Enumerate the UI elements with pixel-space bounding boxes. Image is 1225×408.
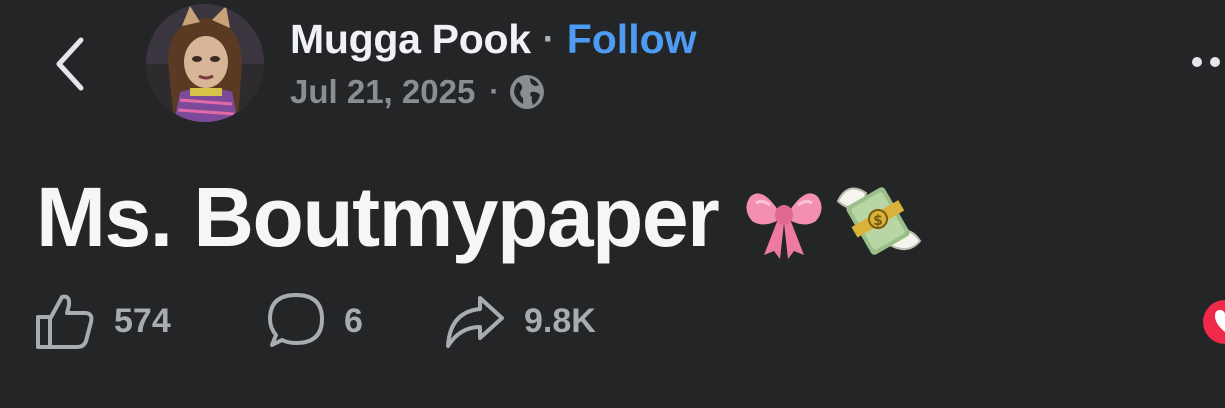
globe-icon xyxy=(509,74,545,110)
back-button[interactable] xyxy=(44,30,96,98)
comment-bubble-icon xyxy=(268,293,324,347)
author-name[interactable]: Mugga Pook xyxy=(290,16,531,63)
chevron-left-icon xyxy=(56,37,84,91)
post-meta: Jul 21, 2025 · xyxy=(290,70,545,114)
post-date[interactable]: Jul 21, 2025 xyxy=(290,73,475,111)
post-header: Mugga Pook · Follow xyxy=(290,14,697,64)
ribbon-emoji xyxy=(746,193,822,259)
avatar[interactable] xyxy=(146,4,264,122)
post-emojis: $ xyxy=(742,175,924,259)
thumbs-up-icon xyxy=(36,294,94,349)
reaction-icon xyxy=(1203,300,1225,344)
more-options-button[interactable] xyxy=(1189,48,1225,76)
share-count: 9.8K xyxy=(524,301,596,340)
share-arrow-icon xyxy=(446,296,504,348)
money-with-wings-emoji: $ xyxy=(837,187,922,255)
share-button[interactable]: 9.8K xyxy=(444,292,644,350)
like-button[interactable]: 574 xyxy=(34,291,266,351)
like-count: 574 xyxy=(114,301,171,340)
meta-separator: · xyxy=(489,75,500,108)
post-body: Ms. Boutmypaper $ xyxy=(36,170,924,264)
header-separator: · xyxy=(542,18,555,59)
comment-button[interactable]: 6 xyxy=(266,291,444,351)
post-actions: 574 6 9.8K xyxy=(34,290,644,352)
follow-button[interactable]: Follow xyxy=(567,16,697,63)
comment-count: 6 xyxy=(344,301,363,340)
more-dots-icon xyxy=(1192,57,1220,67)
svg-text:$: $ xyxy=(873,213,883,229)
post-text: Ms. Boutmypaper xyxy=(36,169,720,264)
avatar-image xyxy=(146,4,264,122)
